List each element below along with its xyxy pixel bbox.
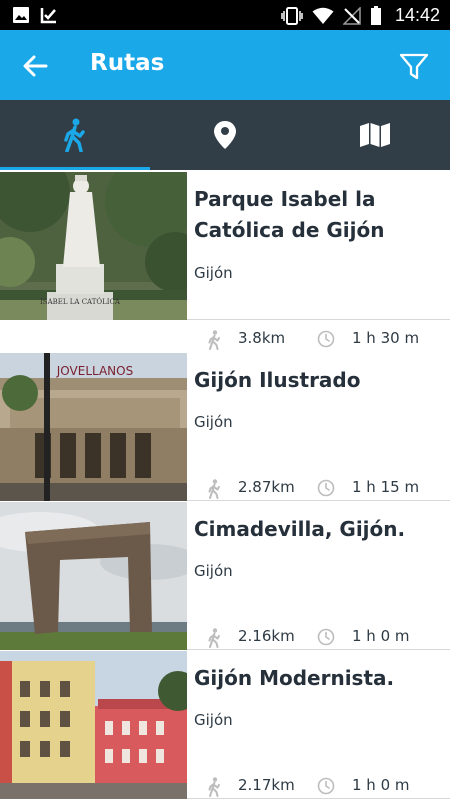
statue-inscription: ISABEL LA CATÓLICA	[40, 297, 121, 306]
route-item[interactable]: Cimadevilla, Gijón. Gijón 2.16km 1 h 0 m	[0, 502, 450, 650]
route-distance: 2.87km	[238, 478, 295, 496]
filter-icon	[399, 53, 429, 80]
arrow-left-icon	[23, 55, 48, 77]
app-bar: Rutas	[0, 30, 450, 100]
walk-icon	[64, 118, 85, 152]
tab-walking-routes[interactable]	[0, 100, 150, 170]
wifi-icon	[312, 7, 334, 24]
route-item[interactable]: Gijón Modernista. Gijón 2.17km 1 h 0 m	[0, 651, 450, 799]
route-item[interactable]: JOVELLANOS Gijón Ilustrado Gijón 2.87km 1…	[0, 353, 450, 501]
route-item[interactable]: ISABEL LA CATÓLICA Parque Isabel la Cató…	[0, 172, 450, 350]
back-button[interactable]	[20, 51, 50, 81]
route-meta: 2.17km 1 h 0 m	[207, 775, 437, 797]
walk-icon	[208, 628, 220, 648]
route-distance: 2.16km	[238, 627, 295, 645]
building-sign: JOVELLANOS	[56, 364, 133, 378]
route-meta: 2.16km 1 h 0 m	[207, 626, 437, 648]
clock-icon	[317, 628, 335, 646]
clock-icon	[317, 479, 335, 497]
page-title: Rutas	[90, 50, 165, 76]
tab-map[interactable]	[300, 100, 450, 170]
route-duration: 1 h 0 m	[352, 627, 410, 645]
walk-icon	[208, 777, 220, 797]
location-pin-icon	[214, 121, 236, 149]
route-distance: 3.8km	[238, 329, 286, 347]
route-duration: 1 h 30 m	[352, 329, 420, 347]
status-bar: 14:42	[0, 0, 450, 30]
route-duration: 1 h 0 m	[352, 776, 410, 794]
map-icon	[360, 123, 390, 147]
route-city: Gijón	[194, 413, 233, 431]
image-icon	[13, 7, 29, 23]
route-thumbnail: JOVELLANOS	[0, 353, 187, 501]
check-doc-icon	[40, 8, 56, 24]
vibrate-icon	[281, 6, 303, 25]
route-thumbnail	[0, 651, 187, 799]
route-distance: 2.17km	[238, 776, 295, 794]
route-thumbnail: ISABEL LA CATÓLICA	[0, 172, 187, 320]
status-time: 14:42	[394, 5, 440, 25]
route-meta: 3.8km 1 h 30 m	[207, 328, 437, 350]
route-city: Gijón	[194, 711, 233, 729]
route-thumbnail	[0, 502, 187, 650]
tab-points[interactable]	[150, 100, 300, 170]
filter-button[interactable]	[398, 50, 430, 82]
route-list: ISABEL LA CATÓLICA Parque Isabel la Cató…	[0, 170, 450, 800]
route-duration: 1 h 15 m	[352, 478, 420, 496]
no-signal-icon	[342, 6, 361, 25]
clock-icon	[317, 777, 335, 795]
route-city: Gijón	[194, 264, 233, 282]
route-meta: 2.87km 1 h 15 m	[207, 477, 437, 499]
walk-icon	[208, 330, 220, 350]
route-name: Cimadevilla, Gijón.	[194, 517, 406, 541]
clock-icon	[317, 330, 335, 348]
route-name: Parque Isabel la Católica de Gijón	[194, 187, 385, 242]
route-name: Gijón Ilustrado	[194, 368, 361, 392]
battery-icon	[370, 5, 381, 25]
walk-icon	[208, 479, 220, 499]
route-name: Gijón Modernista.	[194, 666, 395, 690]
tab-bar	[0, 100, 450, 170]
route-city: Gijón	[194, 562, 233, 580]
